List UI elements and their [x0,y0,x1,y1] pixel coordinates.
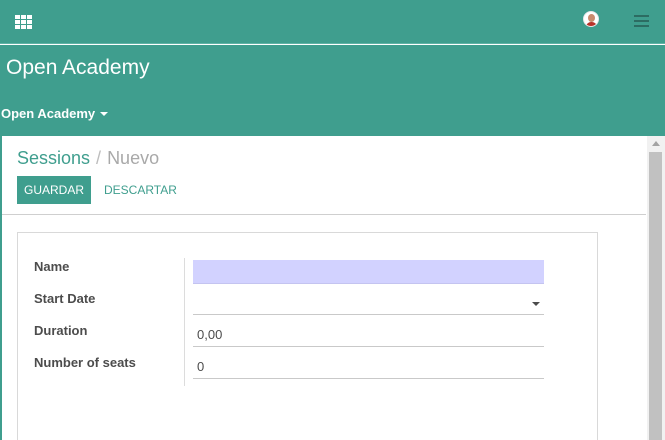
caret-down-icon [100,111,109,116]
top-navbar [0,0,665,44]
seats-field[interactable] [193,355,544,379]
name-label: Name [34,259,70,274]
breadcrumb-current: Nuevo [107,148,160,168]
caret-down-icon [532,302,540,306]
duration-label: Duration [34,323,88,338]
scrollbar-thumb[interactable] [649,152,662,440]
app-header: Open Academy Open Academy [0,45,665,136]
start-date-select[interactable] [193,291,544,315]
discard-button[interactable]: DESCARTAR [98,176,183,204]
name-field[interactable] [193,260,544,284]
breadcrumb-separator: / [96,148,102,168]
app-menu-label: Open Academy [1,106,96,121]
start-date-label: Start Date [34,291,96,306]
apps-grid-icon[interactable] [15,15,33,29]
save-button[interactable]: GUARDAR [17,176,91,204]
scroll-up-arrow-icon[interactable] [652,141,660,146]
seats-label: Number of seats [34,355,136,370]
control-panel-divider [2,214,646,215]
left-accent-border [0,136,2,440]
breadcrumb: Sessions / Nuevo [17,148,159,169]
scrollbar[interactable] [647,136,665,440]
app-title: Open Academy [6,56,150,79]
app-menu-dropdown[interactable]: Open Academy [1,106,109,121]
form-column-separator [184,258,185,386]
breadcrumb-sessions-link[interactable]: Sessions [17,148,90,168]
hamburger-icon[interactable] [634,15,649,27]
duration-field[interactable] [193,323,544,347]
user-avatar-icon[interactable] [583,11,599,27]
